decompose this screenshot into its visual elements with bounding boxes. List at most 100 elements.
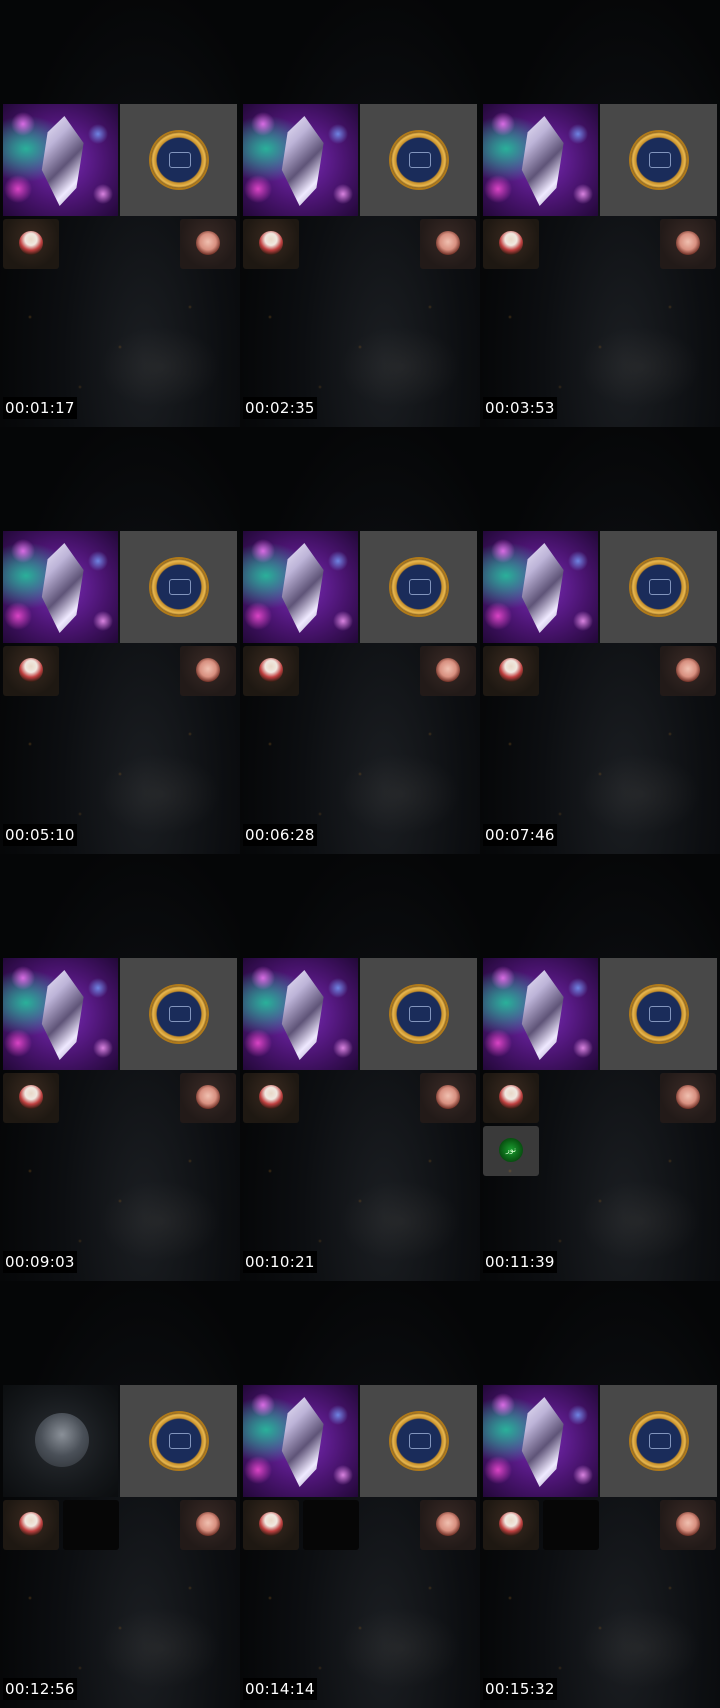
participant-tile-crystal[interactable] [243, 1385, 358, 1497]
avatar-label: نور [505, 1145, 517, 1154]
participant-tile-man[interactable] [3, 1073, 59, 1123]
avatar-man [259, 231, 283, 255]
frame-11: 00:14:14 [240, 1281, 480, 1708]
participant-tile-crystal[interactable] [243, 958, 358, 1070]
participant-tile-logo[interactable] [120, 958, 237, 1070]
participant-tile-nour[interactable]: نور [483, 1126, 539, 1176]
participant-tile-empty[interactable] [63, 1500, 119, 1550]
participant-tile-woman[interactable] [660, 646, 716, 696]
participant-tile-crystal[interactable] [483, 104, 598, 216]
participant-tile-woman[interactable] [180, 1500, 236, 1550]
participant-tile-man[interactable] [483, 646, 539, 696]
avatar-man [499, 1085, 523, 1109]
avatar-man [19, 1512, 43, 1536]
emblem-logo [151, 986, 207, 1042]
participant-tile-logo[interactable] [120, 531, 237, 643]
crystal-image [521, 116, 564, 206]
timestamp: 00:15:32 [483, 1678, 557, 1700]
participant-tile-crystal[interactable] [3, 958, 118, 1070]
participant-tile-crystal[interactable] [243, 104, 358, 216]
participant-tile-man[interactable] [243, 1500, 299, 1550]
participant-tile-logo[interactable] [360, 958, 477, 1070]
participant-tile-man[interactable] [3, 1500, 59, 1550]
emblem-logo [151, 132, 207, 188]
avatar-man [19, 231, 43, 255]
participant-tile-man[interactable] [3, 646, 59, 696]
participant-tile-woman[interactable] [180, 219, 236, 269]
avatar-woman [676, 658, 700, 682]
participant-tile-logo[interactable] [600, 531, 717, 643]
crystal-image [281, 116, 324, 206]
participant-tile-logo[interactable] [120, 1385, 237, 1497]
participant-tile-man[interactable] [243, 219, 299, 269]
frame-1: 00:01:17 [0, 0, 240, 427]
crystal-image [521, 970, 564, 1060]
participant-tile-empty[interactable] [303, 1500, 359, 1550]
participant-tile-logo[interactable] [120, 104, 237, 216]
avatar-woman [196, 1085, 220, 1109]
participant-tile-crystal[interactable] [3, 531, 118, 643]
participant-tile-man[interactable] [243, 646, 299, 696]
participant-tile-man[interactable] [483, 1073, 539, 1123]
participant-tile-crystal[interactable] [483, 958, 598, 1070]
timestamp: 00:01:17 [3, 397, 77, 419]
crystal-image [41, 543, 84, 633]
avatar-woman [196, 1512, 220, 1536]
avatar-woman [676, 231, 700, 255]
participant-tile-woman[interactable] [660, 1500, 716, 1550]
avatar-nour: نور [499, 1138, 523, 1162]
participant-tile-woman[interactable] [420, 646, 476, 696]
participant-tile-logo[interactable] [600, 1385, 717, 1497]
participant-tile-crystal[interactable] [3, 104, 118, 216]
participant-tile-crystal[interactable] [483, 1385, 598, 1497]
participant-tile-logo[interactable] [600, 104, 717, 216]
participant-tile-logo[interactable] [360, 1385, 477, 1497]
crystal-image [521, 1397, 564, 1487]
avatar-woman [196, 658, 220, 682]
participant-tile-woman[interactable] [180, 1073, 236, 1123]
participant-tile-logo[interactable] [600, 958, 717, 1070]
participant-tile-woman[interactable] [420, 1500, 476, 1550]
frame-grid: 00:01:17 00:02:35 00:03:53 00:05:10 00:0… [0, 0, 720, 1708]
avatar-man [19, 1085, 43, 1109]
avatar-man [259, 1085, 283, 1109]
avatar-woman [676, 1512, 700, 1536]
avatar-man [499, 231, 523, 255]
timestamp: 00:03:53 [483, 397, 557, 419]
participant-tile-logo[interactable] [360, 531, 477, 643]
participant-tile-crystal[interactable] [483, 531, 598, 643]
avatar-man [19, 658, 43, 682]
participant-tile-man[interactable] [483, 1500, 539, 1550]
participant-tile-woman[interactable] [420, 219, 476, 269]
crystal-image [281, 970, 324, 1060]
participant-tile-crystal[interactable] [243, 531, 358, 643]
avatar-man [499, 1512, 523, 1536]
frame-7: 00:09:03 [0, 854, 240, 1281]
participant-tile-empty[interactable] [543, 1500, 599, 1550]
participant-tile-logo[interactable] [360, 104, 477, 216]
avatar-man [259, 1512, 283, 1536]
frame-8: 00:10:21 [240, 854, 480, 1281]
timestamp: 00:09:03 [3, 1251, 77, 1273]
timestamp: 00:07:46 [483, 824, 557, 846]
frame-5: 00:06:28 [240, 427, 480, 854]
crystal-image [41, 970, 84, 1060]
avatar-woman [436, 231, 460, 255]
participant-tile-woman[interactable] [660, 219, 716, 269]
participant-tile-man[interactable] [483, 219, 539, 269]
emblem-logo [151, 559, 207, 615]
participant-tile-man[interactable] [243, 1073, 299, 1123]
timestamp: 00:06:28 [243, 824, 317, 846]
avatar-man [499, 658, 523, 682]
emblem-logo [631, 559, 687, 615]
crystal-image [41, 116, 84, 206]
participant-tile-woman[interactable] [660, 1073, 716, 1123]
participant-tile-video[interactable] [3, 1385, 118, 1497]
crystal-image [281, 543, 324, 633]
participant-tile-woman[interactable] [180, 646, 236, 696]
participant-tile-man[interactable] [3, 219, 59, 269]
avatar-man [259, 658, 283, 682]
emblem-logo [391, 132, 447, 188]
participant-tile-woman[interactable] [420, 1073, 476, 1123]
frame-6: 00:07:46 [480, 427, 720, 854]
